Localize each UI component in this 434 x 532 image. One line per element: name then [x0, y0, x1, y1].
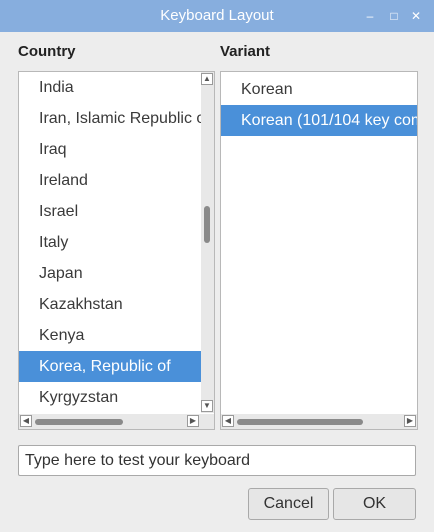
scroll-left-icon[interactable]: ◀: [20, 415, 32, 427]
title-bar: Keyboard Layout – □ ✕: [0, 0, 434, 32]
scroll-thumb[interactable]: [35, 419, 123, 425]
country-label: Country: [18, 43, 76, 60]
list-item[interactable]: India: [19, 72, 201, 103]
scroll-up-icon[interactable]: ▲: [201, 73, 213, 85]
list-item[interactable]: Kazakhstan: [19, 289, 201, 320]
scroll-left-icon[interactable]: ◀: [222, 415, 234, 427]
scroll-right-icon[interactable]: ▶: [187, 415, 199, 427]
keyboard-test-input[interactable]: [18, 445, 416, 476]
scroll-right-icon[interactable]: ▶: [404, 415, 416, 427]
ok-button[interactable]: OK: [333, 488, 416, 520]
country-list[interactable]: India Iran, Islamic Republic of Iraq Ire…: [18, 71, 215, 430]
list-item-selected[interactable]: Korean (101/104 key compatible): [221, 105, 417, 136]
list-item[interactable]: Iran, Islamic Republic of: [19, 103, 201, 134]
minimize-icon[interactable]: –: [362, 8, 378, 24]
list-item[interactable]: Korean: [221, 74, 417, 105]
country-vertical-scrollbar[interactable]: ▲ ▼: [201, 72, 214, 413]
close-icon[interactable]: ✕: [408, 8, 424, 24]
scroll-down-icon[interactable]: ▼: [201, 400, 213, 412]
variant-label: Variant: [220, 43, 271, 60]
scroll-thumb[interactable]: [237, 419, 363, 425]
list-item[interactable]: Ireland: [19, 165, 201, 196]
list-item[interactable]: Kenya: [19, 320, 201, 351]
scroll-thumb[interactable]: [204, 206, 210, 243]
variant-horizontal-scrollbar[interactable]: ◀ ▶: [221, 414, 417, 429]
list-item[interactable]: Israel: [19, 196, 201, 227]
variant-list[interactable]: Korean Korean (101/104 key compatible) ◀…: [220, 71, 418, 430]
cancel-button[interactable]: Cancel: [248, 488, 329, 520]
list-item[interactable]: Japan: [19, 258, 201, 289]
country-horizontal-scrollbar[interactable]: ◀ ▶: [19, 414, 214, 429]
list-item[interactable]: Kyrgyzstan: [19, 382, 201, 413]
list-item[interactable]: Italy: [19, 227, 201, 258]
list-item-selected[interactable]: Korea, Republic of: [19, 351, 201, 382]
list-item[interactable]: Iraq: [19, 134, 201, 165]
maximize-icon[interactable]: □: [386, 8, 402, 24]
